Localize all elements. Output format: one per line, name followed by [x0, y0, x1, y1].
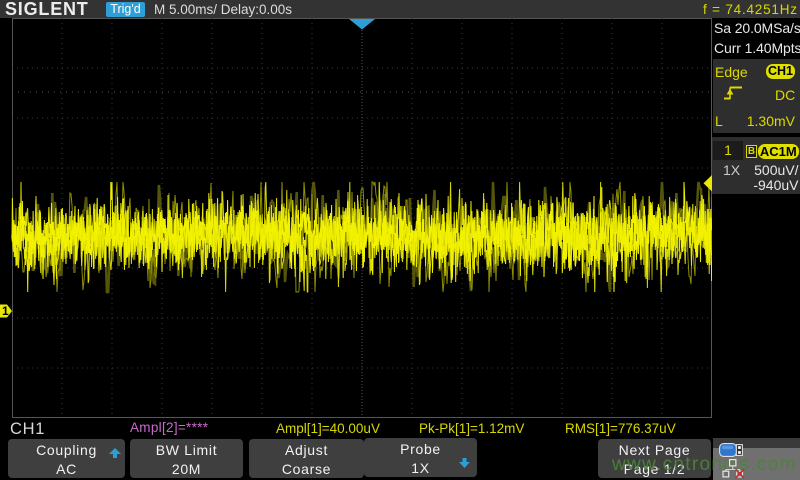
- svg-text:1: 1: [2, 304, 9, 318]
